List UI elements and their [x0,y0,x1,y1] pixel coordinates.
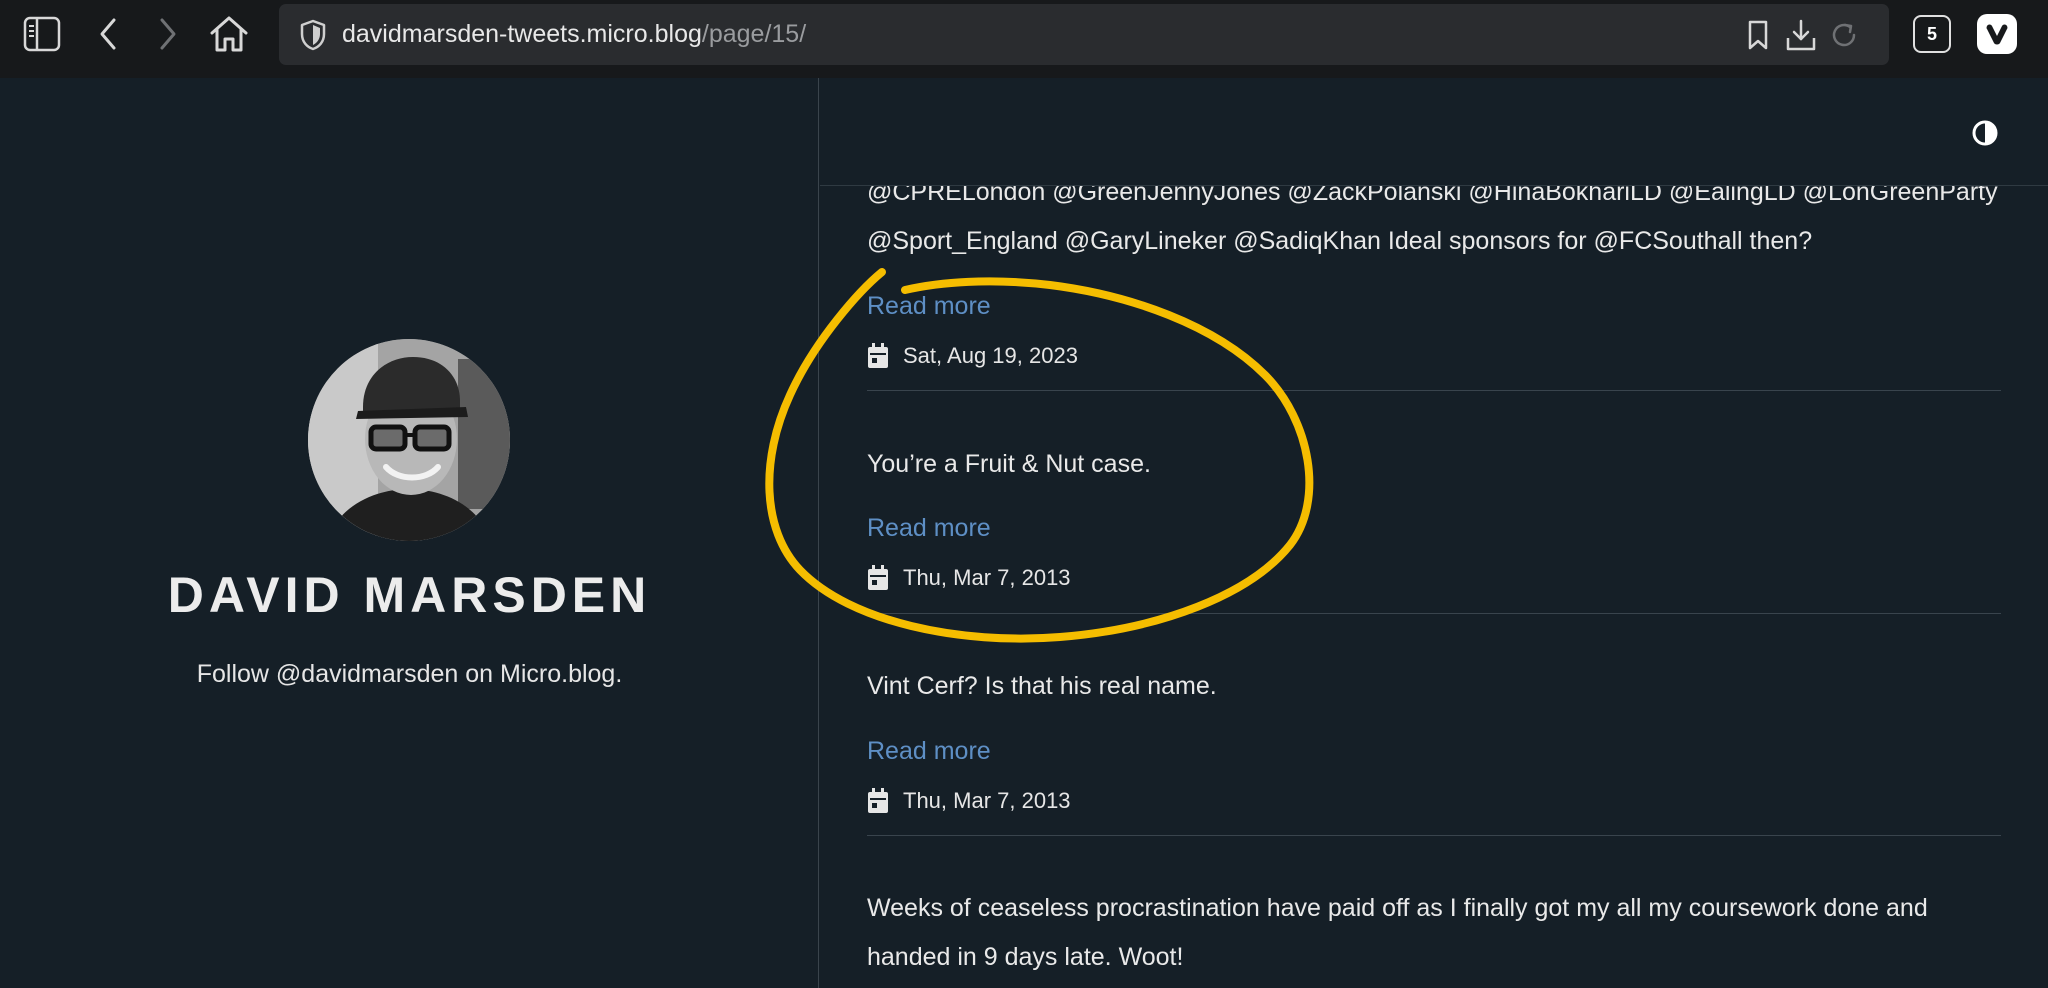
url-path: /page/15/ [701,20,807,48]
home-button[interactable] [205,12,253,56]
post-date-text: Thu, Mar 7, 2013 [903,565,1071,590]
post-divider [867,613,2001,614]
post-date-text: Sat, Aug 19, 2023 [903,343,1078,368]
browser-toolbar: davidmarsden-tweets.micro.blog/page/15/ … [0,0,2048,78]
profile-sidebar: DAVID MARSDEN Follow @davidmarsden on Mi… [0,78,819,988]
bookmark-icon[interactable] [1745,18,1771,52]
post-date[interactable]: Thu, Mar 7, 2013 [867,562,1071,594]
calendar-icon [868,343,888,368]
post-date[interactable]: Thu, Mar 7, 2013 [867,785,1071,817]
theme-toggle-button[interactable] [1970,118,2000,148]
post-divider [867,390,2001,391]
post-text-line: Weeks of ceaseless procrastination have … [867,894,1928,922]
reload-icon[interactable] [1827,18,1861,52]
calendar-icon [868,565,888,590]
read-more-link[interactable]: Read more [867,512,991,544]
url-domain: davidmarsden-tweets.micro.blog [342,20,702,48]
tab-count-button[interactable]: 5 [1913,15,1951,53]
profile-follow-text[interactable]: Follow @davidmarsden on Micro.blog. [0,660,819,689]
home-icon [210,16,248,52]
back-button[interactable] [90,13,126,55]
post-text-line: Vint Cerf? Is that his real name. [867,672,1217,700]
post-text-line: handed in 9 days late. Woot! [867,943,1184,971]
avatar-photo [308,339,510,541]
post-date-text: Thu, Mar 7, 2013 [903,788,1071,813]
calendar-icon [868,788,888,813]
sidebar-panel-icon[interactable] [18,13,66,55]
page-content: DAVID MARSDEN Follow @davidmarsden on Mi… [0,78,2048,988]
post-divider [867,835,2001,836]
chevron-left-icon [100,18,116,50]
url-text[interactable]: davidmarsden-tweets.micro.blog/page/15/ [342,4,806,65]
profile-name: DAVID MARSDEN [167,567,652,623]
download-icon[interactable] [1784,17,1818,53]
forward-button[interactable] [150,13,186,55]
post-text-line: You’re a Fruit & Nut case. [867,450,1151,478]
browser-menu-button[interactable] [1977,14,2017,54]
post-text-line: @Sport_England @GaryLineker @SadiqKhan I… [867,227,1813,255]
post-date[interactable]: Sat, Aug 19, 2023 [867,340,1078,372]
read-more-link[interactable]: Read more [867,735,991,767]
read-more-link[interactable]: Read more [867,290,991,322]
feed-header [820,78,2048,186]
address-bar[interactable]: davidmarsden-tweets.micro.blog/page/15/ [279,4,1889,65]
vivaldi-logo-icon [1986,24,2008,45]
post-feed: @CPRELondon @GreenJennyJones @ZackPolans… [820,78,2048,988]
contrast-icon [1972,120,1998,146]
shield-icon[interactable] [299,18,327,52]
chevron-right-icon [160,18,176,50]
tab-count: 5 [1926,23,1937,44]
avatar[interactable] [308,339,510,541]
